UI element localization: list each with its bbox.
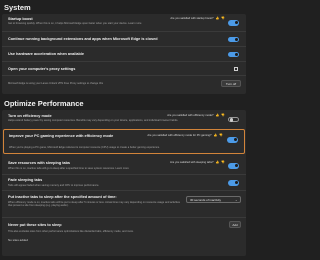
never-sleep-title: Never put these sites to sleep: [8, 223, 62, 227]
inactivity-selected: 30 seconds of inactivity: [190, 198, 222, 202]
sleeping-tabs-feedback-text: Are you satisfied with sleeping tabs?: [170, 161, 214, 164]
toggle-knob: [234, 52, 238, 56]
turn-off-proxy-button[interactable]: Turn off: [221, 79, 241, 87]
hw-accel-row: Use hardware acceleration when available: [2, 47, 246, 61]
thumbs-down-icon[interactable]: 👎: [221, 161, 225, 164]
gaming-feedback: Are you satisfied with efficiency mode f…: [147, 134, 223, 138]
gaming-title: Improve your PC gaming experience with e…: [9, 133, 114, 138]
toggle-knob: [234, 37, 238, 41]
toggle-knob: [234, 164, 238, 168]
toggle-knob: [233, 138, 237, 142]
sleeping-tabs-title: Save resources with sleeping tabs: [8, 161, 71, 165]
thumbs-up-icon[interactable]: 👍: [214, 134, 218, 137]
toggle-knob: [234, 21, 238, 25]
inactivity-dropdown[interactable]: 30 seconds of inactivity ⌄: [186, 196, 241, 203]
optimize-card-lower: Save resources with sleeping tabs When t…: [2, 157, 246, 256]
fade-title: Fade sleeping tabs: [8, 178, 43, 182]
sleeping-tabs-feedback: Are you satisfied with sleeping tabs? 👍 …: [170, 161, 225, 165]
inactive-desc: When efficiency mode is on, inactive tab…: [8, 201, 180, 208]
startup-boost-desc: Get to browsing quickly. When this is on…: [8, 22, 142, 25]
thumbs-down-icon[interactable]: 👎: [221, 114, 225, 117]
gaming-feedback-text: Are you satisfied with efficiency mode f…: [147, 134, 212, 137]
efficiency-desc: Helps extend battery power by saving com…: [8, 119, 179, 122]
efficiency-feedback-text: Are you satisfied with efficiency mode?: [167, 114, 214, 117]
system-card: Startup boost Get to browsing quickly. W…: [2, 14, 246, 94]
never-sleep-desc: This also excludes sites from other perf…: [8, 230, 134, 233]
background-apps-toggle[interactable]: [228, 36, 239, 42]
fade-row: Fade sleeping tabs Tabs will appear fade…: [2, 175, 246, 190]
toggle-knob: [234, 181, 238, 185]
gaming-toggle[interactable]: [227, 137, 238, 143]
external-link-icon[interactable]: [234, 66, 239, 71]
sleeping-tabs-toggle[interactable]: [228, 163, 239, 169]
gaming-highlight: Improve your PC gaming experience with e…: [3, 129, 245, 154]
optimize-section-title: Optimize Performance: [4, 99, 84, 108]
add-site-button[interactable]: Add: [229, 221, 241, 228]
thumbs-down-icon[interactable]: 👎: [221, 17, 225, 20]
startup-boost-title: Startup boost: [8, 17, 33, 21]
fade-toggle[interactable]: [228, 180, 239, 186]
startup-boost-feedback: Are you satisfied with startup boost? 👍 …: [170, 17, 225, 21]
proxy-row: Open your computer's proxy settings Micr…: [2, 62, 246, 94]
background-apps-row: Continue running background extensions a…: [2, 32, 246, 46]
sleeping-tabs-desc: When this is on, inactive tabs will go t…: [8, 167, 129, 170]
efficiency-toggle[interactable]: [228, 116, 239, 122]
never-sleep-row: Never put these sites to sleep This also…: [2, 218, 246, 256]
divider: [2, 75, 246, 76]
thumbs-up-icon[interactable]: 👍: [216, 17, 220, 20]
efficiency-title: Turn on efficiency mode: [8, 114, 52, 118]
gaming-desc: When you're playing a PC game, Microsoft…: [9, 145, 160, 149]
startup-boost-row: Startup boost Get to browsing quickly. W…: [2, 14, 246, 31]
chevron-down-icon: ⌄: [234, 198, 238, 202]
thumbs-up-icon[interactable]: 👍: [216, 114, 220, 117]
proxy-desc: Microsoft Edge is using your Lanes Unloc…: [8, 82, 104, 85]
efficiency-row: Turn on efficiency mode Helps extend bat…: [2, 110, 246, 127]
proxy-title: Open your computer's proxy settings: [8, 67, 76, 71]
system-section-title: System: [4, 3, 31, 12]
thumbs-up-icon[interactable]: 👍: [216, 161, 220, 164]
inactive-row: Put inactive tabs to sleep after the spe…: [2, 191, 246, 217]
efficiency-feedback: Are you satisfied with efficiency mode? …: [167, 114, 225, 118]
no-sites-text: No sites added: [8, 239, 29, 242]
sleeping-tabs-row: Save resources with sleeping tabs When t…: [2, 157, 246, 174]
hw-accel-toggle[interactable]: [228, 51, 239, 57]
hw-accel-title: Use hardware acceleration when available: [8, 52, 84, 56]
thumbs-down-icon[interactable]: 👎: [219, 134, 223, 137]
startup-boost-toggle[interactable]: [228, 20, 239, 26]
background-apps-title: Continue running background extensions a…: [8, 37, 158, 41]
fade-desc: Tabs will appear faded when saving memor…: [8, 184, 100, 187]
startup-boost-feedback-text: Are you satisfied with startup boost?: [170, 17, 214, 20]
toggle-knob: [230, 118, 234, 122]
inactive-title: Put inactive tabs to sleep after the spe…: [8, 195, 117, 199]
